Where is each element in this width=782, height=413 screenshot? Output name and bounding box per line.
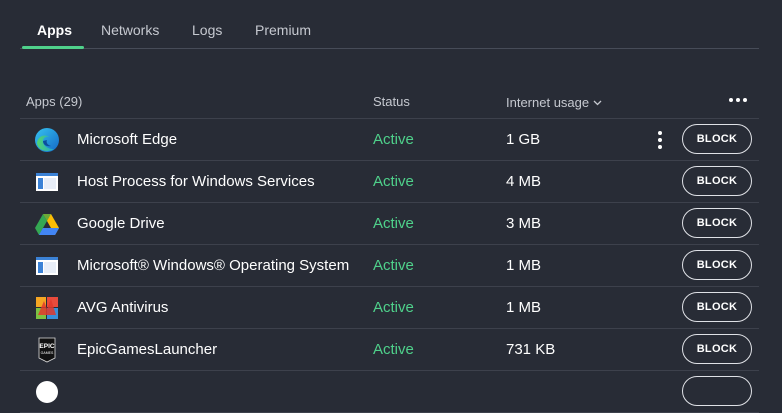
edge-icon — [34, 127, 60, 153]
block-button[interactable]: BLOCK — [682, 208, 752, 238]
google-drive-icon — [34, 211, 60, 237]
epic-games-icon: EPIC GAMES — [34, 337, 60, 363]
status-text: Active — [373, 257, 414, 274]
table-header: Apps (29) Status Internet usage — [20, 86, 759, 119]
apps-column-header: Apps (29) — [26, 94, 83, 109]
block-button[interactable]: BLOCK — [682, 292, 752, 322]
status-text: Active — [373, 299, 414, 316]
app-name: Google Drive — [77, 215, 165, 232]
block-button[interactable] — [682, 376, 752, 406]
tab-logs[interactable]: Logs — [192, 22, 222, 38]
app-name: Microsoft Edge — [77, 131, 178, 148]
table-row[interactable] — [20, 371, 759, 413]
usage-column-label: Internet usage — [506, 95, 590, 110]
status-column-header[interactable]: Status — [373, 94, 410, 109]
table-row[interactable]: Microsoft Edge Active 1 GB BLOCK — [20, 119, 759, 161]
row-menu-icon[interactable] — [655, 129, 665, 151]
table-row[interactable]: Google Drive Active 3 MB BLOCK — [20, 203, 759, 245]
block-button[interactable]: BLOCK — [682, 166, 752, 196]
app-name: Host Process for Windows Services — [77, 173, 315, 190]
window-app-icon — [34, 253, 60, 279]
tab-networks[interactable]: Networks — [101, 22, 159, 38]
block-button[interactable]: BLOCK — [682, 124, 752, 154]
active-tab-indicator — [22, 46, 84, 49]
epic-icon-text-top: EPIC — [39, 343, 54, 350]
more-options-icon[interactable] — [726, 90, 750, 110]
window-app-icon — [34, 169, 60, 195]
apps-list: Microsoft Edge Active 1 GB BLOCK Host Pr… — [20, 119, 759, 413]
tab-apps[interactable]: Apps — [37, 22, 72, 38]
app-name: EpicGamesLauncher — [77, 341, 218, 358]
epic-icon-text-bottom: GAMES — [41, 351, 54, 355]
usage-value: 731 KB — [506, 341, 556, 358]
tab-premium[interactable]: Premium — [255, 22, 311, 38]
table-row[interactable]: EPIC GAMES EpicGamesLauncher Active 731 … — [20, 329, 759, 371]
status-text: Active — [373, 173, 414, 190]
status-text: Active — [373, 131, 414, 148]
status-text: Active — [373, 215, 414, 232]
table-row[interactable]: AVG Antivirus Active 1 MB BLOCK — [20, 287, 759, 329]
avg-icon — [34, 295, 60, 321]
usage-value: 1 MB — [506, 257, 542, 274]
usage-value: 1 GB — [506, 131, 541, 148]
status-text: Active — [373, 341, 414, 358]
usage-value: 3 MB — [506, 215, 542, 232]
generic-app-icon — [34, 379, 60, 405]
app-name: AVG Antivirus — [77, 299, 169, 316]
usage-value: 4 MB — [506, 173, 542, 190]
block-button[interactable]: BLOCK — [682, 250, 752, 280]
table-row[interactable]: Microsoft® Windows® Operating System Act… — [20, 245, 759, 287]
usage-value: 1 MB — [506, 299, 542, 316]
app-name: Microsoft® Windows® Operating System — [77, 257, 350, 274]
table-row[interactable]: Host Process for Windows Services Active… — [20, 161, 759, 203]
usage-column-header[interactable]: Internet usage — [506, 94, 602, 110]
block-button[interactable]: BLOCK — [682, 334, 752, 364]
tab-bar: Apps Networks Logs Premium — [20, 0, 759, 49]
chevron-down-icon — [593, 94, 602, 109]
